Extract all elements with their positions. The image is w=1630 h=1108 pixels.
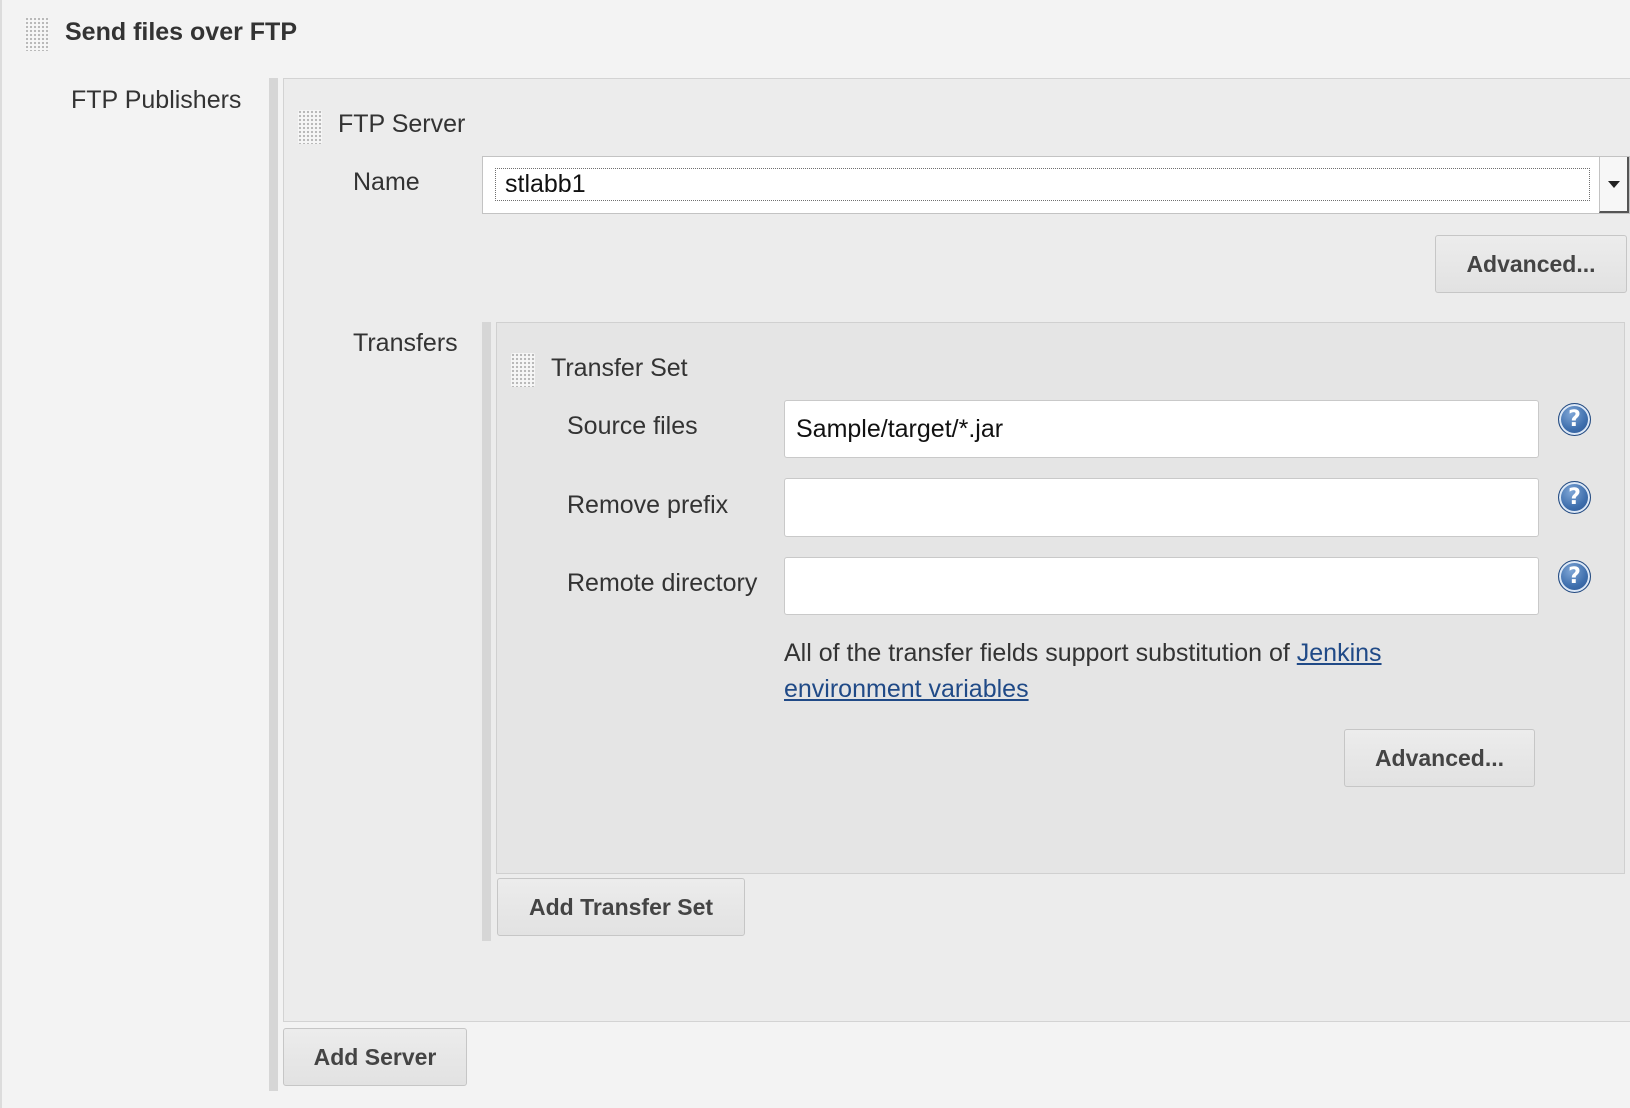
transfers-label: Transfers xyxy=(353,329,458,357)
remote-directory-label: Remote directory xyxy=(567,569,758,597)
info-text: All of the transfer fields support subst… xyxy=(784,639,1297,667)
remote-directory-input[interactable] xyxy=(784,557,1539,615)
server-advanced-button[interactable]: Advanced... xyxy=(1435,235,1627,293)
page-left-border xyxy=(0,0,2,1108)
server-name-select[interactable]: stlabb1 xyxy=(482,156,1630,214)
remove-prefix-input[interactable] xyxy=(784,478,1539,537)
source-files-label: Source files xyxy=(567,412,698,440)
ftp-server-title: FTP Server xyxy=(338,110,466,138)
transfer-fields-info: All of the transfer fields support subst… xyxy=(784,635,1504,707)
add-transfer-set-button[interactable]: Add Transfer Set xyxy=(497,878,745,936)
transfer-set-title: Transfer Set xyxy=(551,354,688,382)
name-label: Name xyxy=(353,168,420,196)
server-name-value: stlabb1 xyxy=(495,168,1590,201)
section-title: Send files over FTP xyxy=(65,18,298,46)
publishers-group-bar xyxy=(269,78,278,1091)
drag-handle-icon[interactable] xyxy=(25,17,49,51)
remove-prefix-label: Remove prefix xyxy=(567,491,729,519)
server-drag-handle-icon[interactable] xyxy=(298,110,322,144)
add-server-button[interactable]: Add Server xyxy=(283,1028,467,1086)
transfer-set-drag-handle-icon[interactable] xyxy=(511,353,535,387)
remote-directory-help-icon[interactable]: ? xyxy=(1558,560,1591,593)
ftp-publishers-label: FTP Publishers xyxy=(71,86,242,114)
dropdown-arrow-icon[interactable] xyxy=(1599,157,1629,213)
source-files-help-icon[interactable]: ? xyxy=(1558,403,1591,436)
remove-prefix-help-icon[interactable]: ? xyxy=(1558,481,1591,514)
transfers-group-bar xyxy=(482,322,491,941)
source-files-input[interactable] xyxy=(784,400,1539,458)
transfer-set-advanced-button[interactable]: Advanced... xyxy=(1344,729,1535,787)
